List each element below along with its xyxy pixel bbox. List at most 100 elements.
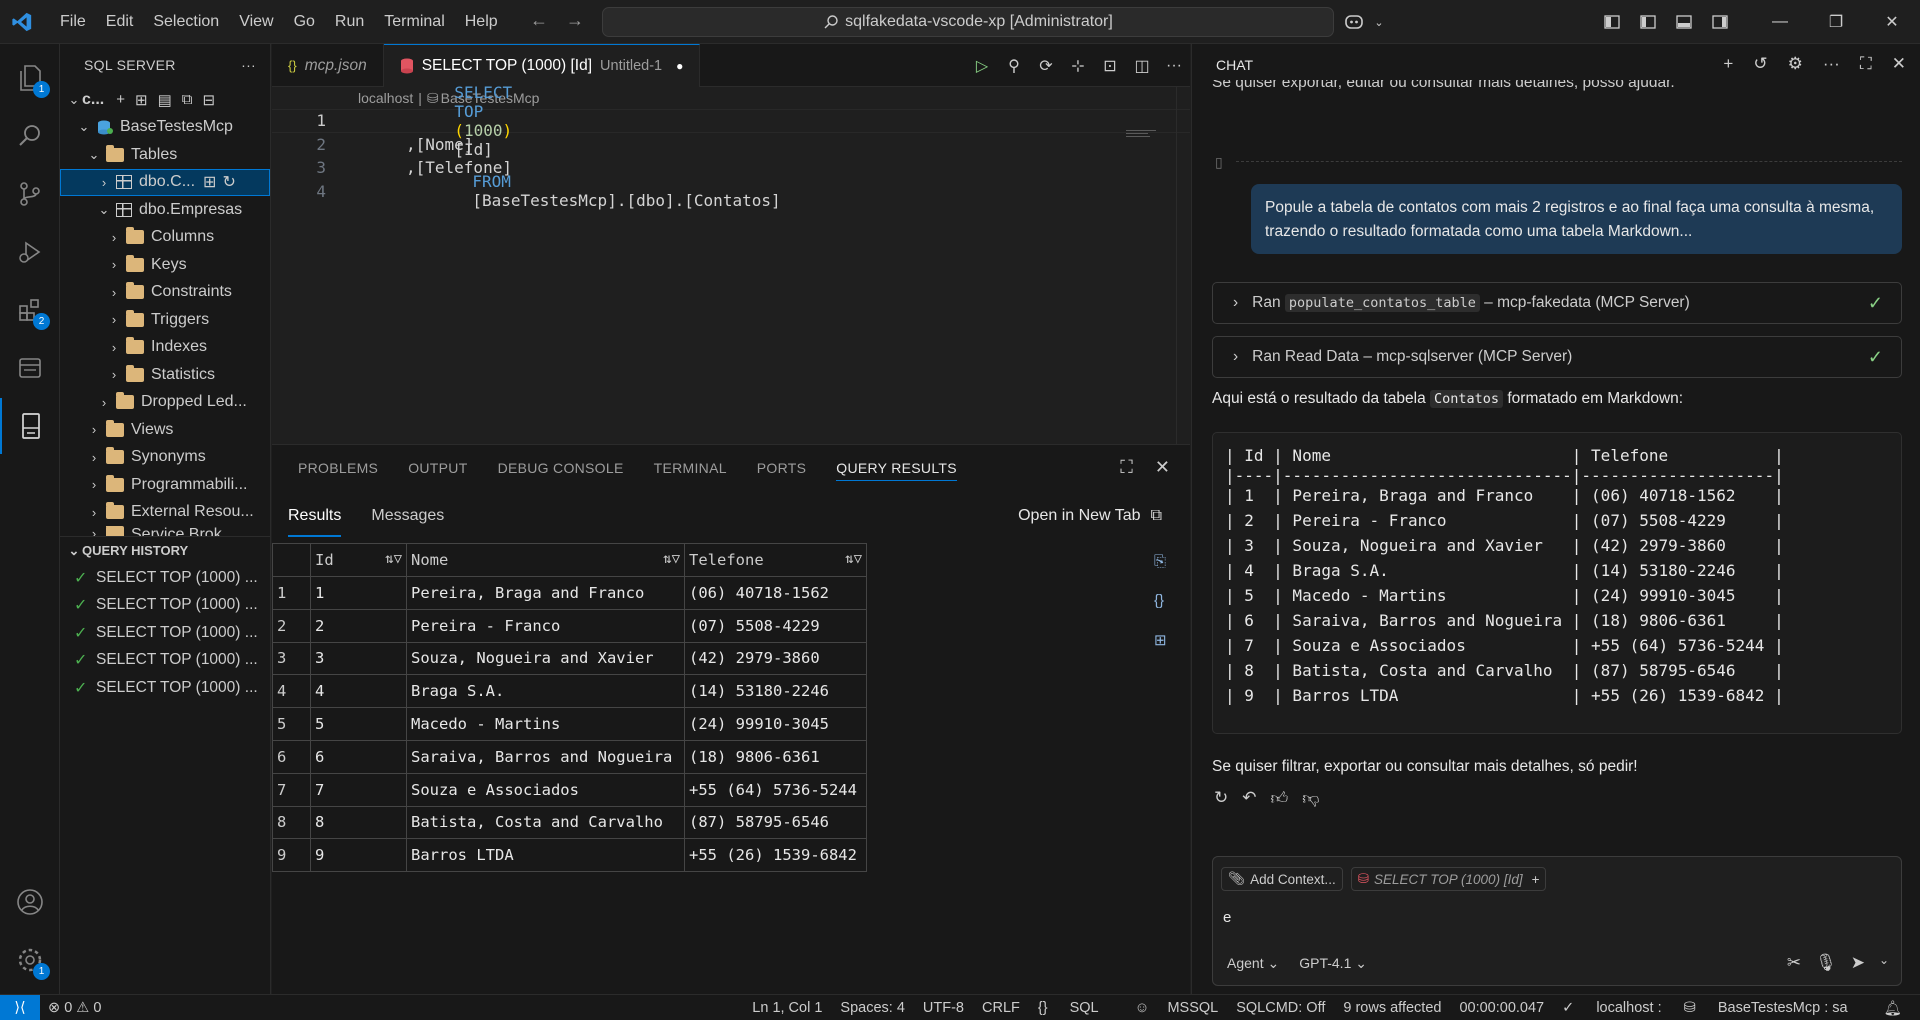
menu-help[interactable]: Help [455, 0, 508, 44]
query-plan-icon[interactable]: ⊡ [1094, 56, 1126, 76]
chevron-down-icon[interactable]: ⌄ [66, 92, 82, 108]
cell-telefone[interactable]: (14) 53180-2246 [684, 674, 867, 709]
cell-telefone[interactable]: (07) 5508-4229 [684, 608, 867, 643]
extensions-icon[interactable]: 2 [0, 282, 60, 338]
problems-indicator[interactable]: ⊗ 0 ⚠ 0 [48, 1000, 101, 1016]
retry-icon[interactable]: ↻ [1214, 788, 1228, 809]
close-window-button[interactable]: ✕ [1864, 0, 1920, 44]
chevron-right-icon[interactable]: › [86, 526, 102, 536]
explorer-icon[interactable]: 1 [0, 50, 60, 106]
cell-id[interactable]: 8 [310, 805, 407, 840]
tree-item-keys[interactable]: › Keys [60, 251, 270, 279]
close-icon[interactable]: ✕ [1892, 54, 1906, 74]
thumbs-down-icon[interactable]: 👎︎ [1302, 788, 1319, 809]
bookmark-icon[interactable]: ▯ [1215, 154, 1223, 171]
customize-layout-icon[interactable] [1597, 7, 1627, 37]
menu-go[interactable]: Go [284, 0, 325, 44]
cell-nome[interactable]: Macedo - Martins [406, 707, 685, 741]
run-debug-icon[interactable] [0, 224, 60, 280]
tree-item-columns[interactable]: › Columns [60, 224, 270, 252]
cell-nome[interactable]: Barros LTDA [406, 838, 685, 873]
tab-messages[interactable]: Messages [371, 507, 444, 537]
code-editor[interactable]: 1 SELECT TOP (1000) [Id] 2 ,[Nome] 3 ,[T… [272, 83, 1190, 210]
account-icon[interactable] [0, 874, 60, 930]
cell-id[interactable]: 7 [310, 772, 407, 807]
query-history-header[interactable]: ⌄ QUERY HISTORY [60, 536, 270, 564]
chevron-down-icon[interactable]: ⌄ [96, 202, 112, 218]
table-node-contatos[interactable]: › dbo.C... ⊞ ↻ [60, 168, 270, 196]
tree-item-dropped-ledger[interactable]: › Dropped Led... [60, 389, 270, 417]
add-icon[interactable]: + [1532, 872, 1540, 887]
sort-filter-icon[interactable]: ⇅▽ [385, 551, 402, 567]
cell-telefone[interactable]: (42) 2979-3860 [684, 641, 867, 676]
chevron-right-icon[interactable]: › [106, 257, 122, 272]
tree-item-indexes[interactable]: › Indexes [60, 334, 270, 362]
cell-nome[interactable]: Pereira - Franco [406, 608, 685, 643]
cell-telefone[interactable]: (18) 9806-6361 [684, 739, 867, 774]
cell-nome[interactable]: Batista, Costa and Carvalho [406, 805, 685, 840]
chevron-right-icon[interactable]: › [96, 175, 112, 190]
collapse-all-icon[interactable]: ⊟ [202, 91, 215, 109]
chat-input-field[interactable]: e [1223, 909, 1231, 926]
copilot-status-icon[interactable]: ☺ [1135, 1000, 1150, 1016]
menu-run[interactable]: Run [325, 0, 374, 44]
refresh-icon[interactable]: ↻ [222, 172, 235, 192]
new-chat-icon[interactable]: + [1723, 54, 1733, 74]
tab-terminal[interactable]: TERMINAL [654, 456, 727, 480]
connection-node[interactable]: ⌄ c... + ⊞ ▤ ⧉ ⊟ [60, 86, 270, 114]
more-actions-icon[interactable]: ··· [241, 57, 256, 73]
cursor-position[interactable]: Ln 1, Col 1 [752, 1000, 822, 1016]
column-header-nome[interactable]: Nome ⇅▽ [406, 543, 685, 577]
settings-gear-icon[interactable]: 1 [0, 932, 60, 988]
back-arrow-icon[interactable]: ← [530, 10, 548, 31]
cell-telefone[interactable]: (87) 58795-6546 [684, 805, 867, 840]
forward-arrow-icon[interactable]: → [566, 10, 584, 31]
chevron-right-icon[interactable]: › [106, 312, 122, 327]
add-connection-icon[interactable]: + [116, 91, 125, 109]
toggle-panel-icon[interactable] [1669, 7, 1699, 37]
table-row[interactable]: 2 2 Pereira - Franco (07) 5508-4229 [272, 608, 867, 643]
cell-id[interactable]: 6 [310, 739, 407, 774]
table-row[interactable]: 4 4 Braga S.A. (14) 53180-2246 [272, 674, 867, 709]
history-item[interactable]: ✓ SELECT TOP (1000) ... [60, 647, 270, 675]
new-query-folder-icon[interactable]: ⊞ [135, 91, 148, 109]
undo-icon[interactable]: ↶ [1242, 788, 1256, 809]
add-context-button[interactable]: 📎︎ Add Context... [1221, 867, 1343, 891]
menu-view[interactable]: View [229, 0, 283, 44]
chevron-right-icon[interactable]: › [1233, 294, 1238, 312]
close-panel-icon[interactable]: ✕ [1155, 457, 1170, 478]
sqlcmd-status[interactable]: SQLCMD: Off [1236, 1000, 1325, 1016]
command-center-search[interactable]: sqlfakedata-vscode-xp [Administrator] [602, 7, 1334, 37]
remote-icon[interactable]: ⟩⟨ [0, 994, 40, 1020]
history-item[interactable]: ✓ SELECT TOP (1000) ... [60, 592, 270, 620]
remote-explorer-icon[interactable] [0, 340, 60, 396]
run-query-icon[interactable]: ▷ [966, 56, 998, 76]
chevron-down-icon[interactable]: ⌄ [86, 147, 102, 163]
cell-telefone[interactable]: (24) 99910-3045 [684, 707, 867, 741]
editor-scrollbar[interactable] [1176, 87, 1190, 444]
source-control-icon[interactable] [0, 166, 60, 222]
end-of-line[interactable]: CRLF [982, 1000, 1020, 1016]
tree-item-programmability[interactable]: › Programmabili... [60, 471, 270, 499]
sql-server-icon[interactable] [0, 398, 60, 454]
tab-ports[interactable]: PORTS [757, 456, 806, 480]
language-mode[interactable]: {} SQL [1038, 1000, 1117, 1016]
sort-filter-icon[interactable]: ⇅▽ [663, 551, 680, 567]
unsaved-dot-icon[interactable]: ● [676, 59, 683, 73]
toggle-secondary-sidebar-icon[interactable] [1705, 7, 1735, 37]
cell-id[interactable]: 1 [310, 576, 407, 610]
chevron-down-icon[interactable]: ⌄ [76, 119, 92, 135]
thumbs-up-icon[interactable]: 👍︎ [1271, 788, 1289, 809]
new-query-icon[interactable]: ▤ [158, 91, 172, 109]
table-row[interactable]: 3 3 Souza, Nogueira and Xavier (42) 2979-38… [272, 641, 867, 676]
tool-call-populate[interactable]: › Ran populate_contatos_table – mcp-fake… [1212, 282, 1902, 324]
tab-results[interactable]: Results [288, 507, 342, 537]
connect-icon[interactable]: ⚲ [998, 56, 1030, 76]
notifications-bell-icon[interactable]: 🔔︎ [1884, 1000, 1902, 1017]
schema-designer-icon[interactable]: ⧉ [182, 91, 193, 109]
tree-item-synonyms[interactable]: › Synonyms [60, 444, 270, 472]
maximize-panel-icon[interactable]: ⛶ [1120, 457, 1133, 478]
tool-call-read-data[interactable]: › Ran Read Data – mcp-sqlserver (MCP Ser… [1212, 336, 1902, 378]
column-header-id[interactable]: Id ⇅▽ [310, 543, 407, 577]
open-in-new-tab-button[interactable]: Open in New Tab ⧉ [1018, 507, 1162, 525]
